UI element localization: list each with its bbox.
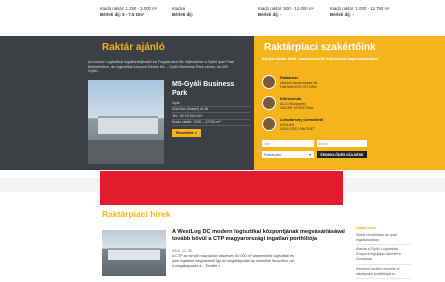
listing-item[interactable]: Kiadó raktár: 1.250 - 2.000 m² Bérleti d… — [100, 6, 157, 17]
news-title[interactable]: A WestLog DC modern logisztikai központj… — [172, 229, 352, 242]
listing-rent: Bérleti díj: 5 - 7.5 €/m² — [100, 11, 145, 17]
warehouse-building-shape — [108, 248, 160, 260]
expert-name: VACSE KRISZTINA — [280, 106, 314, 111]
chevron-down-icon: ▼ — [308, 152, 312, 157]
name-input[interactable]: Név — [262, 140, 314, 147]
listing-rent: Bérleti díj: - — [330, 11, 354, 17]
experts-heading: Raktárpiaci szakértőink — [264, 42, 376, 53]
news-date: 2014. 12. 05. — [172, 249, 193, 253]
listing-rent: Bérleti díj: - — [258, 11, 282, 17]
road-shape — [88, 140, 164, 164]
expert-role: Lotsztársmy üzemeltető — [280, 118, 324, 122]
expert-name: VALLOSS VINCENT — [280, 127, 315, 132]
news-image[interactable] — [102, 230, 166, 276]
avatar — [262, 117, 276, 131]
avatar — [262, 96, 276, 110]
email-input[interactable]: Email — [317, 140, 367, 147]
featured-row: Kiadó raktár: 1000 – 12750 m² — [172, 120, 250, 127]
news-sidebar-item[interactable]: Kereses tovább nevezte el raktárpiaci po… — [356, 267, 411, 280]
listing-area: Kiadó raktár: 500 - 12.000 m² — [258, 6, 314, 11]
news-sidebar-title: Ujabb hírek — [356, 226, 377, 230]
topic-select[interactable]: Raktárpiac ▼ — [262, 151, 314, 158]
featured-title[interactable]: M5-Gyáli Business Park — [172, 80, 250, 98]
listing-rent: Bérleti díj: — [172, 11, 194, 17]
expert-item[interactable]: Lotsztársmy üzemeltető ATALAN VALLOSS VI… — [262, 116, 382, 134]
listing-item[interactable]: Kiadó raktár: 1.000 - 12.750 m² Bérleti … — [330, 6, 389, 17]
ad-banner[interactable] — [100, 171, 343, 205]
expert-item[interactable]: Raktárosz raktárd tanácsadás kft. HARANG… — [262, 74, 382, 92]
expert-name: HARANGOS ISTVÁN — [280, 85, 317, 90]
news-sidebar-item[interactable]: Stabil növekedés az ipari ingatlanokban — [356, 233, 411, 246]
listing-area: Kiadó raktár: 1.000 - 12.750 m² — [330, 6, 390, 11]
experts-subtitle: Kérjen raktár ötlet, ismerőseketől külön… — [262, 56, 378, 61]
featured-row: Gyál — [172, 100, 250, 107]
featured-heading: Raktár ajánló — [102, 42, 165, 53]
listing-item[interactable]: Kiadva Bérleti díj: — [172, 6, 193, 17]
featured-intro: Az Auktor Logisztikai Ingatlanfejlesztő … — [88, 60, 235, 74]
featured-photo[interactable] — [88, 80, 164, 164]
details-button[interactable]: Részletek » — [172, 129, 201, 137]
topic-select-value: Raktárpiac — [264, 152, 282, 157]
warehouse-building-shape — [98, 116, 158, 134]
news-sidebar: Ujabb hírek Stabil növekedés az ipari in… — [356, 226, 411, 281]
featured-row: Dhs Ikon (Ikasel) út 38 — [172, 107, 250, 114]
news-sidebar-item[interactable]: Átadta a Győri Logisztikai Központ legúj… — [356, 247, 411, 265]
featured-card: M5-Gyáli Business Park Gyál Dhs Ikon (Ik… — [172, 80, 250, 137]
news-excerpt: A CTP az elmúlt hóapokban összesen 80 00… — [172, 254, 295, 268]
listings-strip: Kiadó raktár: 1.250 - 2.000 m² Bérleti d… — [0, 0, 445, 36]
news-heading: Raktárpiaci hírek — [102, 209, 171, 219]
listing-area: Kiadó raktár: 1.250 - 2.000 m² — [100, 6, 158, 11]
featured-row: Tel.: 06 29 544 621 — [172, 113, 250, 120]
listing-item[interactable]: Kiadó raktár: 500 - 12.000 m² Bérleti dí… — [258, 6, 314, 17]
avatar — [262, 75, 276, 89]
send-inquiry-button[interactable]: ÉRDEKLŐDÉS KÜLDÉSE — [317, 151, 367, 158]
expert-item[interactable]: Kötrózenda ALGI Budapest VACSE KRISZTINA — [262, 95, 382, 113]
